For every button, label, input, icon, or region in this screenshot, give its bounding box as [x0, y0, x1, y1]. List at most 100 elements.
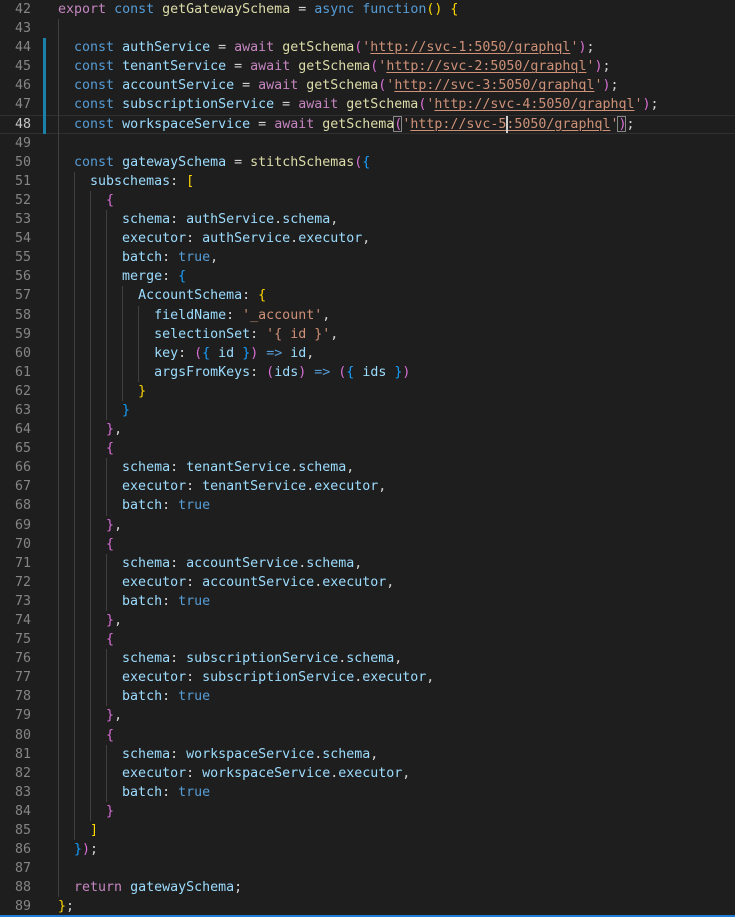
- gutter-line-number[interactable]: 82: [0, 764, 31, 783]
- code-line-text[interactable]: argsFromKeys: (ids) => ({ ids }): [58, 363, 410, 382]
- code-line[interactable]: 63 }: [0, 401, 735, 420]
- gutter-line-number[interactable]: 51: [0, 172, 31, 191]
- code-line-text[interactable]: export const getGatewaySchema = async fu…: [58, 0, 458, 19]
- code-line-text[interactable]: fieldName: '_account',: [58, 306, 330, 325]
- code-line[interactable]: 87: [0, 859, 735, 878]
- code-line[interactable]: 88 return gatewaySchema;: [0, 878, 735, 897]
- code-line-text[interactable]: },: [58, 611, 122, 630]
- code-line[interactable]: 45 const tenantService = await getSchema…: [0, 57, 735, 76]
- code-line[interactable]: 62 }: [0, 382, 735, 401]
- code-line[interactable]: 85 ]: [0, 821, 735, 840]
- code-line[interactable]: 78 batch: true: [0, 687, 735, 706]
- gutter-line-number[interactable]: 87: [0, 859, 31, 878]
- gutter-line-number[interactable]: 78: [0, 687, 31, 706]
- code-line-text[interactable]: batch: true: [58, 592, 210, 611]
- gutter-line-number[interactable]: 72: [0, 573, 31, 592]
- code-line[interactable]: 80 {: [0, 726, 735, 745]
- code-line[interactable]: 57 AccountSchema: {: [0, 286, 735, 305]
- code-line[interactable]: 56 merge: {: [0, 267, 735, 286]
- code-line[interactable]: 84 }: [0, 802, 735, 821]
- code-line-text[interactable]: {: [58, 726, 114, 745]
- code-line-text[interactable]: const tenantService = await getSchema('h…: [58, 57, 611, 76]
- code-line[interactable]: 72 executor: accountService.executor,: [0, 573, 735, 592]
- code-line-text[interactable]: {: [58, 191, 114, 210]
- code-line-text[interactable]: executor: accountService.executor,: [58, 573, 394, 592]
- code-line[interactable]: 76 schema: subscriptionService.schema,: [0, 649, 735, 668]
- gutter-line-number[interactable]: 71: [0, 554, 31, 573]
- code-line[interactable]: 55 batch: true,: [0, 248, 735, 267]
- gutter-line-number[interactable]: 86: [0, 840, 31, 859]
- gutter-line-number[interactable]: 84: [0, 802, 31, 821]
- code-line-text[interactable]: const authService = await getSchema('htt…: [58, 38, 594, 57]
- code-line-text[interactable]: executor: subscriptionService.executor,: [58, 668, 434, 687]
- gutter-line-number[interactable]: 47: [0, 95, 31, 114]
- gutter-line-number[interactable]: 56: [0, 267, 31, 286]
- gutter-line-number[interactable]: 70: [0, 535, 31, 554]
- code-line[interactable]: 74 },: [0, 611, 735, 630]
- code-line-text[interactable]: }: [58, 802, 114, 821]
- code-line[interactable]: 43: [0, 19, 735, 38]
- code-line-text[interactable]: const gatewaySchema = stitchSchemas({: [58, 153, 370, 172]
- gutter-line-number[interactable]: 44: [0, 38, 31, 57]
- gutter-line-number[interactable]: 63: [0, 401, 31, 420]
- code-line[interactable]: 50 const gatewaySchema = stitchSchemas({: [0, 153, 735, 172]
- code-line-text[interactable]: },: [58, 706, 122, 725]
- gutter-line-number[interactable]: 53: [0, 210, 31, 229]
- code-line-text[interactable]: return gatewaySchema;: [58, 878, 242, 897]
- code-line-text[interactable]: key: ({ id }) => id,: [58, 344, 314, 363]
- code-line-text[interactable]: };: [58, 897, 74, 916]
- code-line-text[interactable]: batch: true: [58, 496, 210, 515]
- code-line[interactable]: 53 schema: authService.schema,: [0, 210, 735, 229]
- gutter-line-number[interactable]: 83: [0, 783, 31, 802]
- gutter-line-number[interactable]: 52: [0, 191, 31, 210]
- code-line[interactable]: 73 batch: true: [0, 592, 735, 611]
- gutter-line-number[interactable]: 55: [0, 248, 31, 267]
- code-line-text[interactable]: {: [58, 630, 114, 649]
- gutter-line-number[interactable]: 77: [0, 668, 31, 687]
- code-line-text[interactable]: const accountService = await getSchema('…: [58, 76, 619, 95]
- code-line[interactable]: 65 {: [0, 439, 735, 458]
- gutter-line-number[interactable]: 89: [0, 897, 31, 916]
- code-line-text[interactable]: executor: workspaceService.executor,: [58, 764, 410, 783]
- gutter-line-number[interactable]: 62: [0, 382, 31, 401]
- gutter-line-number[interactable]: 76: [0, 649, 31, 668]
- code-line[interactable]: 67 executor: tenantService.executor,: [0, 477, 735, 496]
- code-line-text[interactable]: const workspaceService = await getSchema…: [58, 115, 635, 134]
- code-line-text[interactable]: merge: {: [58, 267, 186, 286]
- code-line[interactable]: 86 });: [0, 840, 735, 859]
- code-line-text[interactable]: schema: workspaceService.schema,: [58, 745, 378, 764]
- gutter-line-number[interactable]: 59: [0, 325, 31, 344]
- gutter-line-number[interactable]: 48: [0, 115, 31, 134]
- gutter-line-number[interactable]: 57: [0, 286, 31, 305]
- code-line-text[interactable]: schema: tenantService.schema,: [58, 458, 354, 477]
- gutter-line-number[interactable]: 67: [0, 477, 31, 496]
- code-line[interactable]: 79 },: [0, 706, 735, 725]
- code-line-text[interactable]: schema: authService.schema,: [58, 210, 338, 229]
- code-line[interactable]: 66 schema: tenantService.schema,: [0, 458, 735, 477]
- gutter-line-number[interactable]: 58: [0, 306, 31, 325]
- code-line[interactable]: 49: [0, 134, 735, 153]
- code-line[interactable]: 60 key: ({ id }) => id,: [0, 344, 735, 363]
- code-line[interactable]: 89};: [0, 897, 735, 916]
- gutter-line-number[interactable]: 42: [0, 0, 31, 19]
- code-line-text[interactable]: schema: subscriptionService.schema,: [58, 649, 402, 668]
- code-line-text[interactable]: }: [58, 382, 146, 401]
- code-line[interactable]: 71 schema: accountService.schema,: [0, 554, 735, 573]
- code-line[interactable]: 51 subschemas: [: [0, 172, 735, 191]
- gutter-line-number[interactable]: 69: [0, 516, 31, 535]
- gutter-line-number[interactable]: 65: [0, 439, 31, 458]
- code-line-text[interactable]: subschemas: [: [58, 172, 194, 191]
- code-line-text[interactable]: }: [58, 401, 130, 420]
- code-line[interactable]: 70 {: [0, 535, 735, 554]
- code-line[interactable]: 83 batch: true: [0, 783, 735, 802]
- code-line-text[interactable]: AccountSchema: {: [58, 286, 266, 305]
- code-line-text[interactable]: {: [58, 439, 114, 458]
- code-line[interactable]: 44 const authService = await getSchema('…: [0, 38, 735, 57]
- code-line-text[interactable]: },: [58, 420, 122, 439]
- gutter-line-number[interactable]: 85: [0, 821, 31, 840]
- code-line-text[interactable]: executor: tenantService.executor,: [58, 477, 386, 496]
- gutter-line-number[interactable]: 66: [0, 458, 31, 477]
- code-line-text[interactable]: batch: true: [58, 783, 210, 802]
- gutter-line-number[interactable]: 60: [0, 344, 31, 363]
- code-line-text[interactable]: schema: accountService.schema,: [58, 554, 362, 573]
